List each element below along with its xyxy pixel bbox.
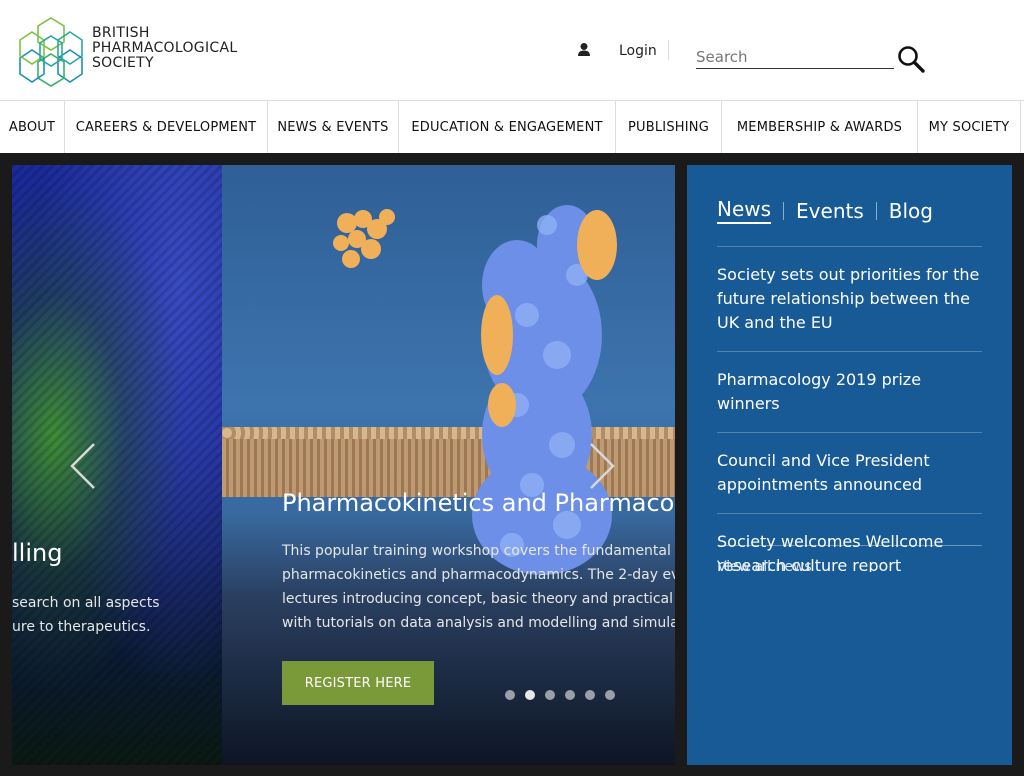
news-item[interactable]: Council and Vice President appointments … bbox=[717, 432, 982, 513]
carousel-pagination bbox=[505, 690, 615, 700]
view-all-news-link[interactable]: View all news bbox=[717, 559, 812, 575]
slide-title: Pharmacokinetics and Pharmacody bbox=[282, 489, 675, 517]
carousel-dot[interactable] bbox=[525, 690, 535, 700]
main-nav: ABOUT CAREERS & DEVELOPMENT NEWS & EVENT… bbox=[0, 100, 1024, 154]
hero-carousel[interactable]: lling search on all aspects ure to thera… bbox=[12, 165, 675, 765]
login-link[interactable]: Login bbox=[619, 43, 657, 59]
tab-news[interactable]: News bbox=[717, 197, 772, 224]
news-item[interactable]: Pharmacology 2019 prize winners bbox=[717, 351, 982, 432]
search-icon[interactable] bbox=[896, 44, 926, 74]
site-name-line2: PHARMACOLOGICAL bbox=[92, 40, 238, 56]
carousel-dot[interactable] bbox=[605, 690, 615, 700]
nav-item-careers-development[interactable]: CAREERS & DEVELOPMENT bbox=[64, 101, 268, 154]
nav-item-news-events[interactable]: NEWS & EVENTS bbox=[267, 101, 399, 154]
tab-divider bbox=[875, 201, 877, 220]
search-input[interactable] bbox=[696, 46, 894, 69]
tab-events[interactable]: Events bbox=[796, 199, 864, 223]
site-name-line1: BRITISH bbox=[92, 25, 150, 41]
previous-slide-title: lling bbox=[12, 539, 63, 567]
carousel-dot[interactable] bbox=[565, 690, 575, 700]
previous-slide-text-line: ure to therapeutics. bbox=[12, 619, 151, 635]
previous-slide-text-line: search on all aspects bbox=[12, 595, 160, 611]
carousel-dot[interactable] bbox=[585, 690, 595, 700]
nav-item-publishing[interactable]: PUBLISHING bbox=[615, 101, 722, 154]
carousel-dot[interactable] bbox=[545, 690, 555, 700]
slide-description-line: lectures introducing concept, basic theo… bbox=[282, 591, 675, 607]
previous-slide-image bbox=[12, 165, 222, 765]
site-name[interactable]: BRITISH PHARMACOLOGICAL SOCIETY bbox=[92, 26, 237, 71]
main-content: lling search on all aspects ure to thera… bbox=[0, 153, 1024, 776]
slide-description-line: pharmacokinetics and pharmacodynamics. T… bbox=[282, 567, 675, 583]
header-divider bbox=[668, 40, 669, 60]
site-header: BRITISH PHARMACOLOGICAL SOCIETY Login bbox=[0, 0, 1024, 100]
nav-item-about[interactable]: ABOUT bbox=[0, 101, 65, 154]
slide-image-ligand bbox=[333, 209, 395, 268]
news-panel: News Events Blog Society sets out priori… bbox=[687, 165, 1012, 765]
previous-slide-text: search on all aspects ure to therapeutic… bbox=[12, 591, 160, 639]
nav-item-education-engagement[interactable]: EDUCATION & ENGAGEMENT bbox=[398, 101, 616, 154]
site-name-line3: SOCIETY bbox=[92, 55, 154, 71]
news-item[interactable]: Society sets out priorities for the futu… bbox=[717, 246, 982, 351]
register-button[interactable]: REGISTER HERE bbox=[282, 661, 434, 705]
chevron-right-icon[interactable] bbox=[587, 441, 617, 491]
slide-description: This popular training workshop covers th… bbox=[282, 539, 675, 635]
carousel-dot[interactable] bbox=[505, 690, 515, 700]
slide-description-line: This popular training workshop covers th… bbox=[282, 543, 675, 559]
user-icon[interactable] bbox=[577, 42, 591, 58]
news-divider bbox=[717, 545, 982, 546]
nav-item-membership-awards[interactable]: MEMBERSHIP & AWARDS bbox=[721, 101, 918, 154]
news-tabs: News Events Blog bbox=[717, 197, 933, 224]
news-list: Society sets out priorities for the futu… bbox=[717, 246, 982, 572]
tab-divider bbox=[783, 201, 785, 220]
tab-blog[interactable]: Blog bbox=[889, 199, 933, 223]
chevron-left-icon[interactable] bbox=[68, 441, 98, 491]
nav-item-my-society[interactable]: MY SOCIETY bbox=[917, 101, 1021, 154]
bps-logo-icon[interactable] bbox=[14, 14, 88, 88]
slide-description-line: with tutorials on data analysis and mode… bbox=[282, 615, 675, 631]
